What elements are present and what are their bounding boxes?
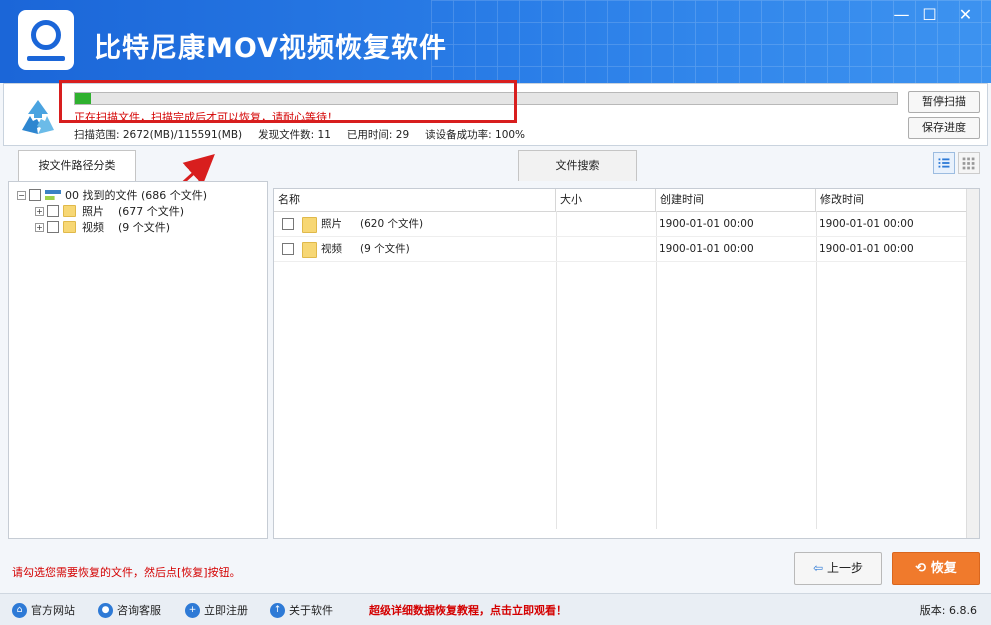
- link-register[interactable]: + 立即注册: [185, 602, 248, 618]
- drive-icon: [45, 190, 61, 200]
- upload-icon: ↑: [270, 602, 285, 618]
- tree-root[interactable]: − 00 找到的文件 (686 个文件): [17, 187, 207, 203]
- table-row[interactable]: 视频 (9 个文件) 1900-01-01 00:00 1900-01-01 0…: [274, 237, 974, 262]
- back-arrow-icon: ⇦: [813, 561, 824, 575]
- app-logo-icon: [18, 10, 74, 70]
- previous-step-label: 上一步: [826, 561, 863, 575]
- link-label: 咨询客服: [117, 604, 161, 617]
- success-rate: 读设备成功率: 100%: [425, 129, 526, 141]
- found-count: 发现文件数: 11: [258, 129, 331, 141]
- column-header-modified[interactable]: 修改时间: [816, 189, 967, 211]
- tree-root-count: (686 个文件): [141, 189, 208, 202]
- tree-item-photos[interactable]: + 照片 (677 个文件): [35, 203, 184, 219]
- link-about[interactable]: ↑ 关于软件: [270, 602, 333, 618]
- column-header-name[interactable]: 名称: [274, 189, 556, 211]
- tree-root-checkbox[interactable]: [29, 189, 41, 201]
- scan-range: 扫描范围: 2672(MB)/115591(MB): [74, 129, 243, 141]
- row-checkbox[interactable]: [282, 218, 294, 230]
- file-table: 名称 大小 创建时间 修改时间 照片 (620 个文件) 1900-01-01 …: [273, 188, 980, 539]
- recover-label: 恢复: [930, 561, 957, 576]
- row-count: (9 个文件): [360, 243, 410, 255]
- folder-icon: [63, 205, 76, 217]
- previous-step-button[interactable]: ⇦ 上一步: [794, 552, 882, 585]
- tutorial-promo-link[interactable]: 超级详细数据恢复教程，点击立即观看！: [369, 602, 567, 618]
- row-checkbox[interactable]: [282, 243, 294, 255]
- chat-icon: ●: [98, 602, 113, 618]
- tree-item-videos[interactable]: + 视频 (9 个文件): [35, 219, 170, 235]
- version-label: 版本: 6.8.6: [919, 604, 977, 617]
- row-modified: 1900-01-01 00:00: [819, 218, 914, 230]
- row-modified: 1900-01-01 00:00: [819, 243, 914, 255]
- tree-root-prefix: 00: [65, 188, 79, 202]
- title-bar: 比特尼康MOV视频恢复软件 — ☐ ✕: [0, 0, 991, 83]
- link-label: 官方网站: [31, 604, 75, 617]
- table-scrollbar[interactable]: [966, 189, 979, 538]
- refresh-icon: ⟲: [915, 561, 927, 576]
- expand-toggle-icon[interactable]: +: [35, 206, 44, 216]
- list-view-icon[interactable]: [933, 152, 955, 174]
- link-label: 立即注册: [204, 604, 248, 617]
- tree-item-checkbox[interactable]: [47, 221, 59, 233]
- folder-icon: [63, 221, 76, 233]
- tree-item-count: (9 个文件): [118, 221, 171, 234]
- tree-item-checkbox[interactable]: [47, 205, 59, 217]
- link-customer-service[interactable]: ● 咨询客服: [98, 602, 161, 618]
- home-icon: ⌂: [12, 602, 27, 618]
- row-count: (620 个文件): [360, 218, 424, 230]
- row-created: 1900-01-01 00:00: [659, 243, 754, 255]
- add-user-icon: +: [185, 602, 200, 618]
- recover-hint-text: 请勾选您需要恢复的文件，然后点[恢复]按钮。: [12, 566, 241, 579]
- link-official-site[interactable]: ⌂ 官方网站: [12, 602, 75, 618]
- tree-root-label: 找到的文件: [82, 189, 138, 202]
- expand-toggle-icon[interactable]: +: [35, 222, 44, 232]
- grid-view-icon[interactable]: [958, 152, 980, 174]
- tree-item-label: 视频: [82, 221, 104, 234]
- folder-icon: [302, 217, 317, 233]
- column-header-size[interactable]: 大小: [556, 189, 656, 211]
- collapse-toggle-icon[interactable]: −: [17, 190, 26, 200]
- tree-item-label: 照片: [82, 205, 104, 218]
- elapsed-time: 已用时间: 29: [346, 129, 410, 141]
- column-header-created[interactable]: 创建时间: [656, 189, 816, 211]
- folder-icon: [302, 242, 317, 258]
- recover-button[interactable]: ⟲ 恢复: [892, 552, 980, 585]
- maximize-button[interactable]: ☐: [912, 0, 947, 30]
- tab-file-search[interactable]: 文件搜索: [518, 150, 637, 181]
- link-label: 关于软件: [289, 604, 333, 617]
- tab-path-category[interactable]: 按文件路径分类: [18, 150, 136, 181]
- row-name: 视频: [321, 243, 342, 255]
- footer-bar: ⌂ 官方网站 ● 咨询客服 + 立即注册 ↑ 关于软件 超级详细数据恢复教程，点…: [0, 593, 991, 625]
- save-progress-button[interactable]: 保存进度: [908, 117, 980, 139]
- table-row[interactable]: 照片 (620 个文件) 1900-01-01 00:00 1900-01-01…: [274, 212, 974, 237]
- app-title: 比特尼康MOV视频恢复软件: [94, 33, 447, 64]
- close-button[interactable]: ✕: [948, 0, 983, 30]
- row-name: 照片: [321, 218, 342, 230]
- folder-tree-panel: − 00 找到的文件 (686 个文件) + 照片 (677 个文件) + 视频…: [8, 181, 268, 539]
- tree-item-count: (677 个文件): [118, 205, 185, 218]
- recycle-icon: [22, 100, 54, 134]
- annotation-highlight-box: [59, 80, 517, 123]
- row-created: 1900-01-01 00:00: [659, 218, 754, 230]
- pause-scan-button[interactable]: 暂停扫描: [908, 91, 980, 113]
- scan-stats: 扫描范围: 2672(MB)/115591(MB) 发现文件数: 11 已用时间…: [74, 127, 525, 142]
